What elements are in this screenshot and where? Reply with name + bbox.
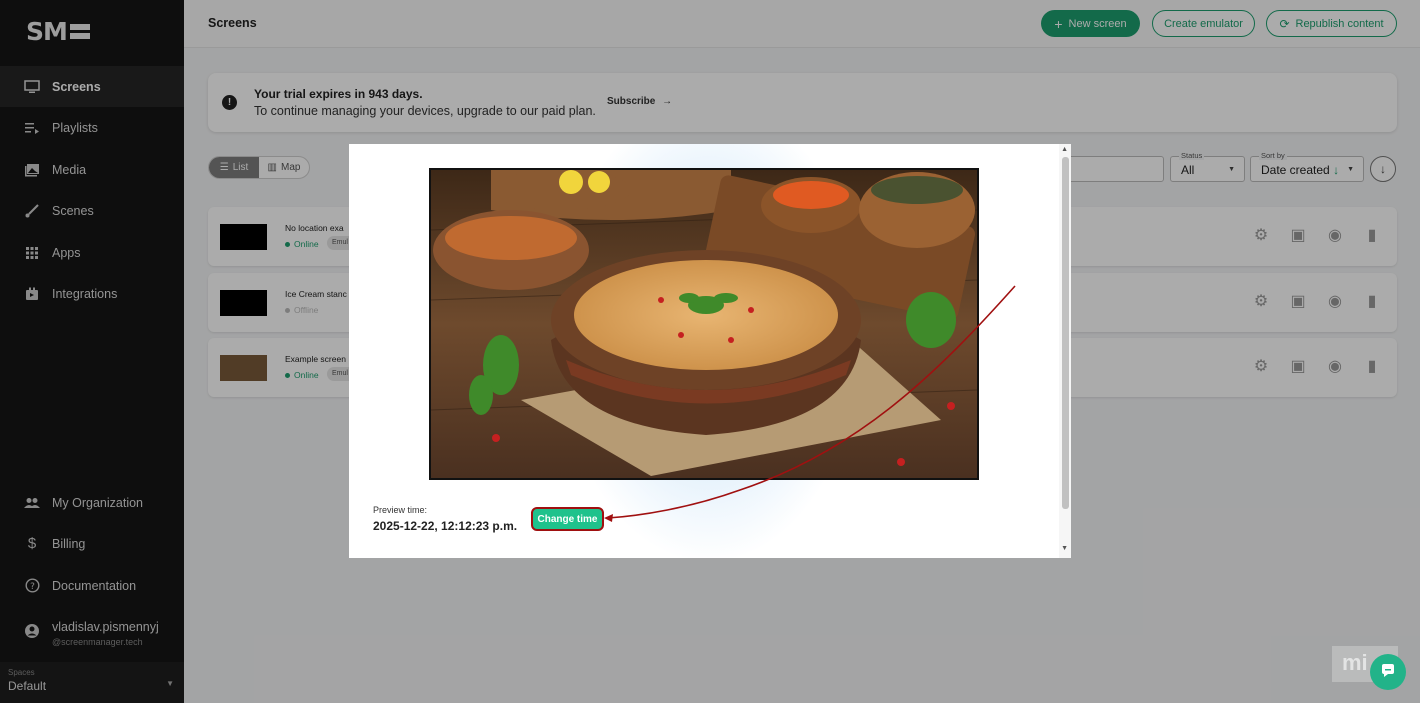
chat-icon [1380, 662, 1396, 683]
soup-bowl-image [431, 170, 977, 478]
change-time-label: Change time [537, 513, 598, 525]
scroll-down-icon[interactable]: ▼ [1061, 545, 1068, 552]
scroll-up-icon[interactable]: ▲ [1061, 146, 1068, 153]
preview-time-label: Preview time: [373, 505, 428, 515]
modal-scrollbar[interactable]: ▲ ▼ [1059, 144, 1071, 558]
preview-image [429, 168, 979, 480]
scrollbar-thumb[interactable] [1062, 157, 1069, 509]
preview-modal: Preview time: 2025-12-22, 12:12:23 p.m. … [349, 144, 1071, 558]
change-time-button[interactable]: Change time [531, 507, 604, 531]
preview-time-value: 2025-12-22, 12:12:23 p.m. [373, 519, 518, 533]
chat-button[interactable] [1370, 654, 1406, 690]
